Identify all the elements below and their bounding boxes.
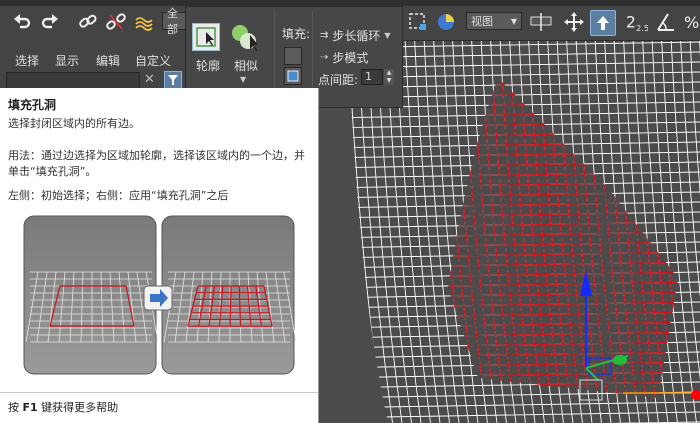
- step-mode-button[interactable]: ⇢ 步模式: [320, 49, 368, 66]
- similar-button[interactable]: [230, 21, 260, 53]
- tooltip-usage: 用法：通过边选择为区域加轮廓，选择该区域内的一个边，并单击“填充孔洞”。: [8, 149, 305, 178]
- point-distance-label: 点间距:: [318, 73, 359, 87]
- region-select-icon[interactable]: [406, 10, 430, 34]
- menu-edit[interactable]: 编辑: [96, 52, 120, 69]
- fill-select-button[interactable]: [284, 47, 302, 65]
- chevron-down-icon: ▼: [240, 75, 247, 84]
- tooltip-footer: 按 F1 键获得更多帮助: [8, 399, 118, 415]
- link-icon[interactable]: [76, 10, 100, 34]
- scene-explorer-panel: 选择 显示 编辑 自定义 ✕: [0, 40, 190, 90]
- point-distance-spinner[interactable]: ▲ ▼: [384, 69, 394, 85]
- percent-snap-icon[interactable]: %: [680, 10, 700, 34]
- before-panel: [23, 215, 159, 375]
- outline-icon: [196, 27, 216, 47]
- arrow-right-icon: [143, 285, 173, 311]
- unlink-icon[interactable]: [104, 10, 128, 34]
- footer-key: F1: [22, 401, 38, 414]
- reference-coordinate-dropdown[interactable]: 视图 ▼: [466, 12, 522, 30]
- menu-select[interactable]: 选择: [15, 52, 39, 69]
- step-mode-label: 步模式: [332, 51, 369, 65]
- step-loop-label: 步长循环: [332, 29, 381, 43]
- close-icon[interactable]: ✕: [144, 72, 155, 87]
- outline-label: 轮廓: [196, 59, 221, 73]
- fill-label: 填充:: [282, 27, 311, 41]
- step-mode-icon: ⇢: [320, 52, 329, 63]
- similar-icon: [232, 25, 258, 51]
- point-distance-input[interactable]: 1: [361, 69, 383, 85]
- footer-prefix: 按: [8, 401, 23, 414]
- chevron-down-icon: ▼: [510, 16, 517, 26]
- bind-spacewarp-icon[interactable]: [132, 10, 156, 34]
- angle-snap-icon[interactable]: [654, 10, 678, 34]
- tooltip-caption: 左侧：初始选择；右侧：应用“填充孔洞”之后: [8, 189, 229, 202]
- menu-customize[interactable]: 自定义: [135, 52, 171, 69]
- fill-hole-button[interactable]: [284, 67, 302, 85]
- svg-text:2: 2: [626, 13, 636, 32]
- tooltip-popup: 填充孔洞 选择封闭区域内的所有边。 用法：通过边选择为区域加轮廓，选择该区域内的…: [0, 88, 319, 423]
- outline-button[interactable]: [192, 23, 220, 51]
- fill-hole-icon: [287, 70, 299, 82]
- similar-label: 相似: [234, 59, 259, 73]
- tooltip-title: 填充孔洞: [8, 98, 57, 112]
- select-object-icon[interactable]: [590, 10, 616, 36]
- after-panel: [161, 215, 297, 375]
- menu-display[interactable]: 显示: [55, 52, 79, 69]
- percent-label: %: [684, 13, 699, 32]
- filter-icon[interactable]: [164, 71, 182, 89]
- snap-icon[interactable]: 2 2.5: [624, 10, 648, 34]
- undo-icon[interactable]: [10, 10, 34, 34]
- selection-filter-dropdown[interactable]: 全部: [162, 7, 186, 36]
- view-select-label: 视图: [471, 15, 493, 28]
- tooltip-divider: [0, 392, 318, 393]
- pivot-center-icon[interactable]: [528, 10, 558, 34]
- move-icon[interactable]: [562, 10, 586, 34]
- fill-hole-illustration: [22, 212, 298, 378]
- footer-suffix: 键获得更多帮助: [37, 401, 119, 414]
- step-loop-icon: ⇉: [320, 30, 329, 41]
- snap-value-label: 2.5: [636, 23, 648, 33]
- redo-icon[interactable]: [38, 10, 62, 34]
- tooltip-description: 选择封闭区域内的所有边。: [8, 117, 140, 130]
- step-loop-button[interactable]: ⇉ 步长循环 ▼: [320, 27, 391, 44]
- chevron-down-icon: ▼: [384, 31, 391, 40]
- paint-select-icon[interactable]: [434, 10, 458, 34]
